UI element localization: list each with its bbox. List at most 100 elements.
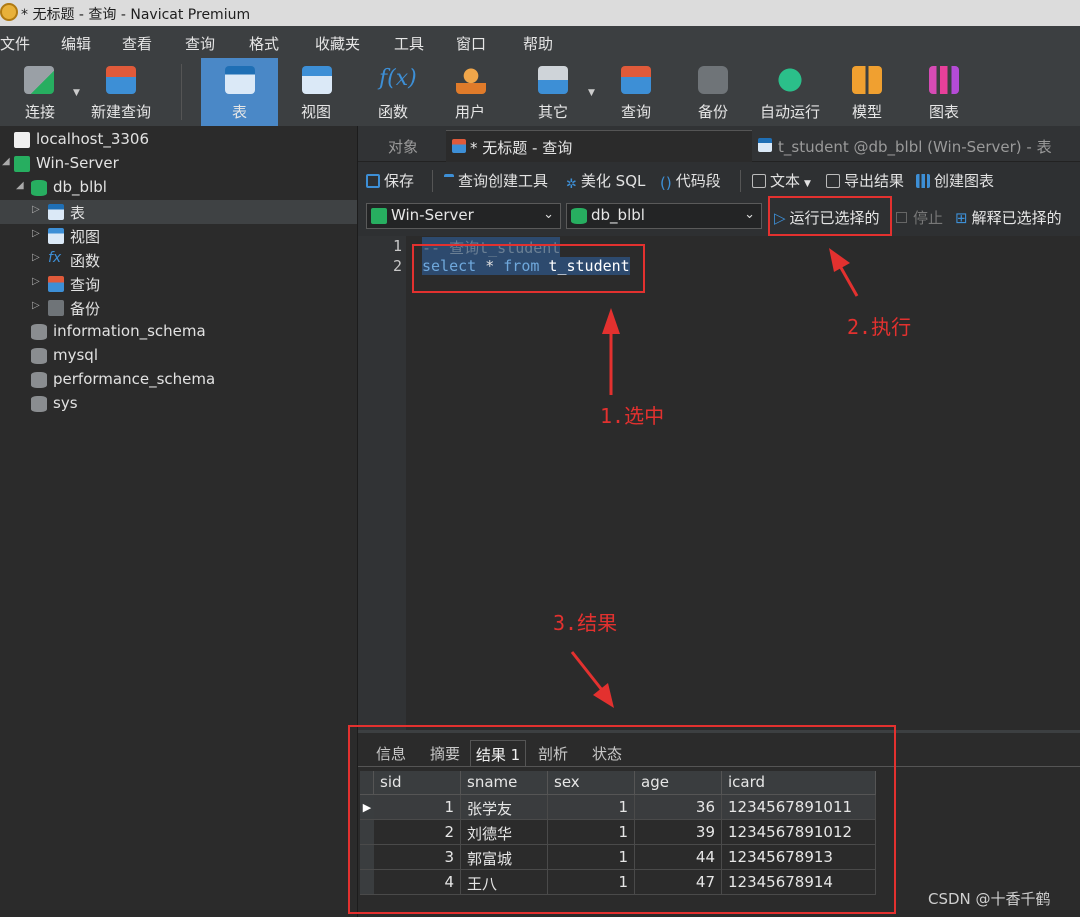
tree-item-queries[interactable]: ▷ 查询 xyxy=(0,272,357,296)
query-button[interactable]: 查询 xyxy=(602,58,670,126)
tree-connection-win-server[interactable]: ◢ Win-Server xyxy=(0,152,357,176)
tab-label: 对象 xyxy=(388,138,419,156)
save-button[interactable]: 保存 xyxy=(366,170,414,191)
menu-view[interactable]: 查看 xyxy=(122,33,152,54)
table-button[interactable]: 表 xyxy=(201,58,278,126)
toolbar-divider xyxy=(181,64,182,120)
menu-favorites[interactable]: 收藏夹 xyxy=(315,33,360,54)
model-button[interactable]: 模型 xyxy=(833,58,901,126)
tree-database-performance-schema[interactable]: performance_schema xyxy=(0,368,357,392)
database-icon xyxy=(571,208,587,224)
chart-button[interactable]: 图表 xyxy=(910,58,978,126)
menu-format[interactable]: 格式 xyxy=(249,33,279,54)
view-button[interactable]: 视图 xyxy=(282,58,350,126)
other-label: 其它 xyxy=(537,103,568,121)
sql-editor[interactable]: 1 2 -- 查询t_student select * from t_stude… xyxy=(358,236,1080,730)
tab-objects[interactable]: 对象 xyxy=(358,130,444,162)
tree-label: sys xyxy=(53,394,78,412)
backup-icon xyxy=(48,300,64,316)
menu-bar: 文件 编辑 查看 查询 格式 收藏夹 工具 窗口 帮助 xyxy=(0,26,1080,58)
text-button[interactable]: 文本 ▼ xyxy=(752,170,811,191)
beautify-sql-button[interactable]: ✲ 美化 SQL xyxy=(566,170,645,192)
tree-item-views[interactable]: ▷ 视图 xyxy=(0,224,357,248)
tree-database-db-blbl[interactable]: ◢ db_blbl xyxy=(0,176,357,200)
collapsed-arrow-icon[interactable]: ▷ xyxy=(32,252,40,263)
database-icon xyxy=(31,348,47,364)
save-icon xyxy=(366,174,380,188)
view-label: 视图 xyxy=(300,103,331,121)
table-icon xyxy=(225,66,255,94)
menu-window[interactable]: 窗口 xyxy=(456,33,486,54)
plug-icon xyxy=(24,66,54,94)
tree-item-tables[interactable]: ▷ 表 xyxy=(0,200,357,224)
tree-label: mysql xyxy=(53,346,98,364)
auto-run-label: 自动运行 xyxy=(759,103,820,121)
collapsed-arrow-icon[interactable]: ▷ xyxy=(32,300,40,311)
export-result-button[interactable]: 导出结果 xyxy=(826,170,904,191)
toolbar-divider xyxy=(740,170,741,192)
line-number: 2 xyxy=(392,257,402,275)
mysql-connection-icon xyxy=(14,132,30,148)
explain-selected-button[interactable]: ⊞ 解释已选择的 xyxy=(955,207,1062,228)
annotation-box-run xyxy=(768,196,892,236)
tab-t-student[interactable]: t_student @db_blbl (Win-Server) - 表 xyxy=(754,130,1080,162)
other-button[interactable]: 其它 xyxy=(519,58,587,126)
tree-database-information-schema[interactable]: information_schema xyxy=(0,320,357,344)
menu-file[interactable]: 文件 xyxy=(0,33,30,54)
user-button[interactable]: 用户 xyxy=(436,58,504,126)
backup-button[interactable]: 备份 xyxy=(679,58,747,126)
collapsed-arrow-icon[interactable]: ▷ xyxy=(32,276,40,287)
brackets-icon: () xyxy=(660,174,672,192)
function-button[interactable]: f(x) 函数 xyxy=(359,58,427,126)
query-toolbar: 保存 查询创建工具 ✲ 美化 SQL () 代码段 文本 ▼ 导出结果 创建图表 xyxy=(358,162,1080,198)
user-label: 用户 xyxy=(454,103,485,121)
connection-selector-row: Win-Server ⌄ db_blbl ⌄ ▷ 运行已选择的 停止 ⊞ 解释已选择… xyxy=(358,198,1080,236)
title-bar: * 无标题 - 查询 - Navicat Premium xyxy=(0,0,1080,26)
stop-button[interactable]: 停止 xyxy=(896,207,943,228)
table-icon xyxy=(758,138,772,152)
query-icon xyxy=(48,276,64,292)
menu-query[interactable]: 查询 xyxy=(185,33,215,54)
new-query-button[interactable]: 新建查询 xyxy=(86,58,156,126)
collapsed-arrow-icon[interactable]: ▷ xyxy=(32,228,40,239)
connection-select[interactable]: Win-Server ⌄ xyxy=(366,203,561,229)
create-chart-button[interactable]: 创建图表 xyxy=(916,170,994,191)
tab-label: * 无标题 - 查询 xyxy=(470,139,573,157)
tools-icon xyxy=(538,66,568,94)
menu-edit[interactable]: 编辑 xyxy=(61,33,91,54)
line-number: 1 xyxy=(392,237,402,255)
code-snippet-button[interactable]: () 代码段 xyxy=(660,170,721,192)
expanded-arrow-icon[interactable]: ◢ xyxy=(2,156,10,167)
tree-label: Win-Server xyxy=(36,154,119,172)
tree-database-sys[interactable]: sys xyxy=(0,392,357,416)
tree-label: 备份 xyxy=(70,300,101,318)
window-title: * 无标题 - 查询 - Navicat Premium xyxy=(21,7,251,23)
menu-help[interactable]: 帮助 xyxy=(523,33,553,54)
chevron-down-icon[interactable]: ▼ xyxy=(588,88,595,98)
auto-run-button[interactable]: 自动运行 xyxy=(756,58,824,126)
view-icon xyxy=(48,228,64,244)
menu-tools[interactable]: 工具 xyxy=(394,33,424,54)
main-toolbar: 连接 ▼ 新建查询 表 视图 f(x) 函数 用户 其它 ▼ 查询 备份 自动运… xyxy=(0,58,1080,126)
chevron-down-icon: ⌄ xyxy=(543,207,554,222)
tab-query[interactable]: * 无标题 - 查询 xyxy=(446,130,752,162)
connect-button[interactable]: 连接 xyxy=(8,58,72,126)
tree-connection-localhost[interactable]: localhost_3306 xyxy=(0,128,357,152)
tree-item-functions[interactable]: ▷ fx 函数 xyxy=(0,248,357,272)
toolbar-divider xyxy=(432,170,433,192)
expanded-arrow-icon[interactable]: ◢ xyxy=(16,180,24,191)
query-builder-button[interactable]: 查询创建工具 xyxy=(444,170,548,191)
chart-label: 图表 xyxy=(928,103,959,121)
tree-label: db_blbl xyxy=(53,178,107,196)
collapsed-arrow-icon[interactable]: ▷ xyxy=(32,204,40,215)
chevron-down-icon: ⌄ xyxy=(744,207,755,222)
database-select[interactable]: db_blbl ⌄ xyxy=(566,203,762,229)
tab-label: t_student @db_blbl (Win-Server) - 表 xyxy=(778,138,1052,156)
annotation-box-results xyxy=(348,725,896,914)
tree-item-backups[interactable]: ▷ 备份 xyxy=(0,296,357,320)
database-select-value: db_blbl xyxy=(591,206,645,224)
tree-database-mysql[interactable]: mysql xyxy=(0,344,357,368)
navicat-app-icon xyxy=(0,3,18,21)
chevron-down-icon[interactable]: ▼ xyxy=(73,88,80,98)
tree-label: 查询 xyxy=(70,276,101,294)
